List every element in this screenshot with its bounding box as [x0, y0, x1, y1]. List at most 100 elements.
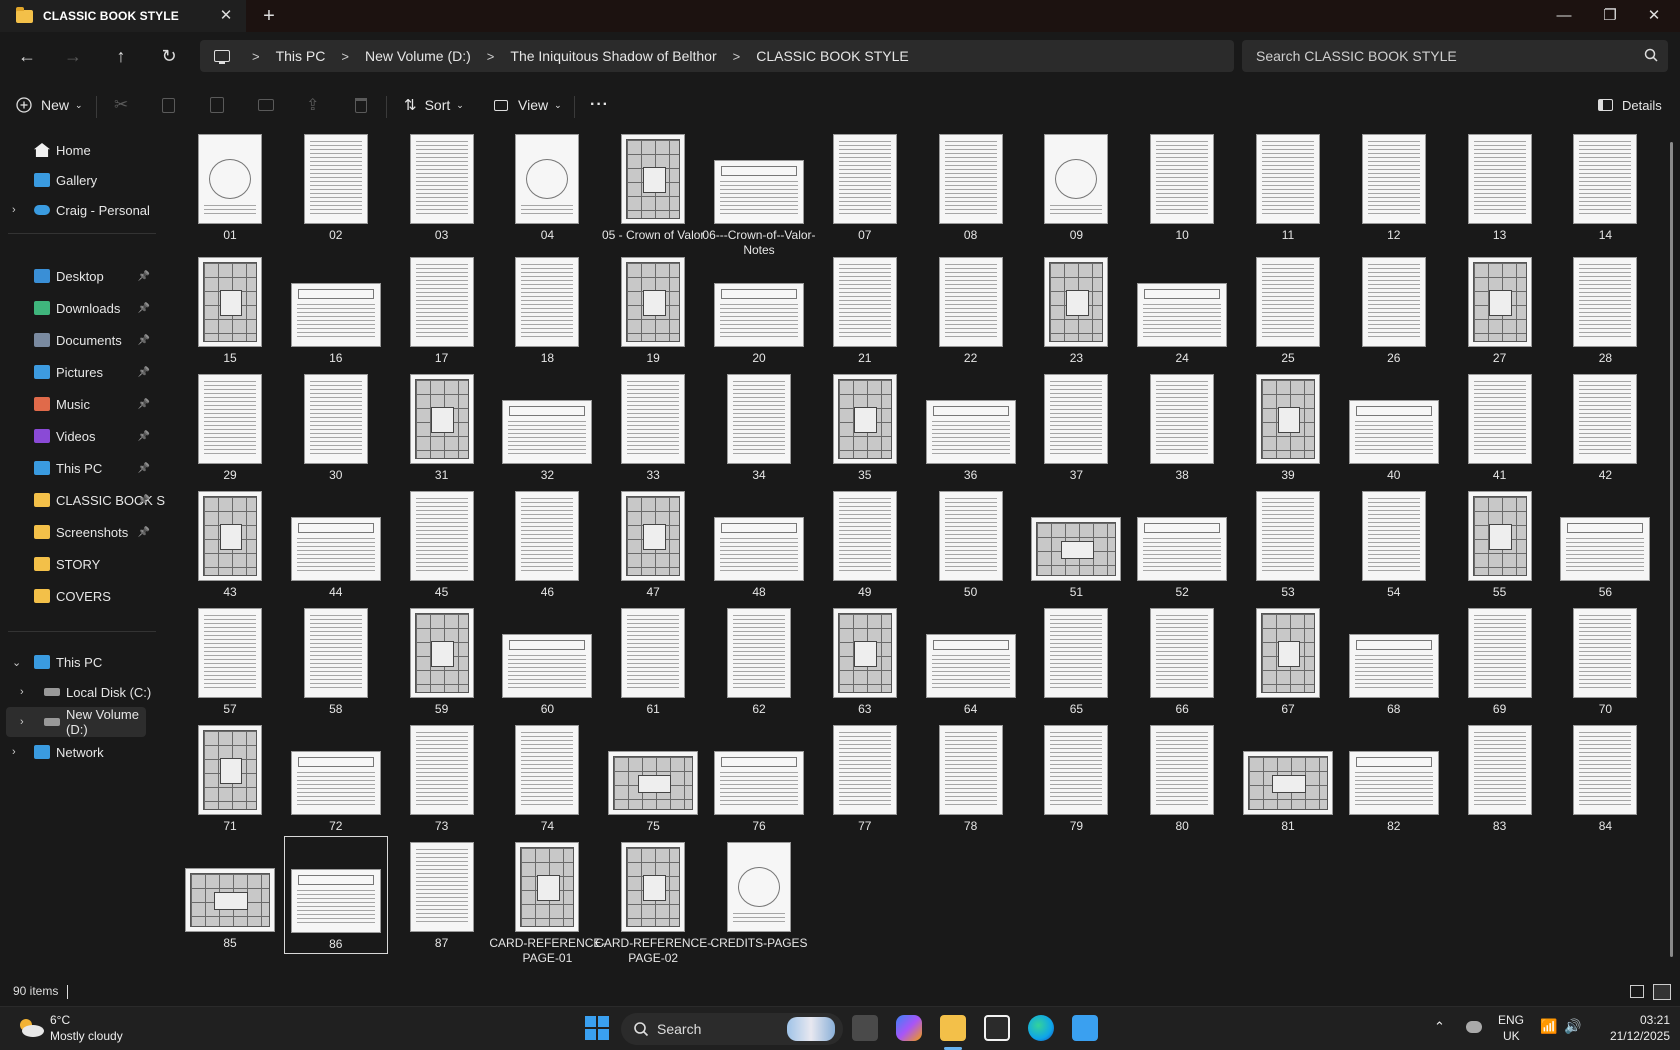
nav-this-pc[interactable]: This PC 📌: [0, 453, 158, 483]
file-item[interactable]: CARD-REFERENCE-PAGE-01: [489, 836, 605, 965]
file-item[interactable]: 57: [178, 602, 282, 720]
file-item[interactable]: 01: [178, 128, 282, 246]
file-item[interactable]: 56: [1553, 485, 1657, 603]
file-item[interactable]: 33: [601, 368, 705, 486]
photos-icon[interactable]: [1072, 1015, 1098, 1041]
tab-close-button[interactable]: ✕: [216, 6, 236, 26]
file-item[interactable]: 83: [1448, 719, 1552, 837]
nav-network[interactable]: › Network: [0, 737, 158, 767]
file-item[interactable]: 59: [390, 602, 494, 720]
address-bar[interactable]: > This PC > New Volume (D:) > The Iniqui…: [200, 40, 1234, 72]
file-item[interactable]: 37: [1024, 368, 1128, 486]
file-item[interactable]: 81: [1236, 719, 1340, 837]
file-item[interactable]: 24: [1130, 251, 1234, 369]
nav-home[interactable]: Home: [0, 135, 158, 165]
file-item[interactable]: 79: [1024, 719, 1128, 837]
file-item[interactable]: 68: [1342, 602, 1446, 720]
file-item[interactable]: 82: [1342, 719, 1446, 837]
file-item[interactable]: 87: [390, 836, 494, 954]
file-item[interactable]: 43: [178, 485, 282, 603]
file-item[interactable]: 10: [1130, 128, 1234, 246]
delete-icon[interactable]: [355, 88, 367, 122]
up-button[interactable]: ↑: [106, 42, 136, 70]
file-item[interactable]: 48: [707, 485, 811, 603]
copy-icon[interactable]: [162, 88, 175, 122]
start-icon[interactable]: [584, 1015, 610, 1041]
file-item[interactable]: 44: [284, 485, 388, 603]
breadcrumb-iniquitous-shadow[interactable]: The Iniquitous Shadow of Belthor: [510, 48, 716, 64]
large-icons-view-icon[interactable]: [1653, 984, 1671, 1000]
file-item[interactable]: 41: [1448, 368, 1552, 486]
file-item[interactable]: 02: [284, 128, 388, 246]
file-item[interactable]: 73: [390, 719, 494, 837]
file-item[interactable]: 21: [813, 251, 917, 369]
file-item[interactable]: 20: [707, 251, 811, 369]
file-item[interactable]: 30: [284, 368, 388, 486]
nav-classic-book-s[interactable]: CLASSIC BOOK S 📌: [0, 485, 165, 515]
file-item[interactable]: 31: [390, 368, 494, 486]
file-item[interactable]: CREDITS-PAGES: [707, 836, 811, 954]
new-button[interactable]: New ⌄: [16, 88, 83, 122]
clock-time[interactable]: 03:21: [1610, 1013, 1670, 1028]
clock-date[interactable]: 21/12/2025: [1600, 1029, 1670, 1044]
file-item[interactable]: 67: [1236, 602, 1340, 720]
volume-icon[interactable]: 🔊: [1564, 1019, 1581, 1034]
store-icon[interactable]: [984, 1015, 1010, 1041]
nav-music[interactable]: Music 📌: [0, 389, 158, 419]
file-item[interactable]: 46: [495, 485, 599, 603]
nav-onedrive-personal[interactable]: › Craig - Personal: [0, 195, 158, 225]
file-item[interactable]: 09: [1024, 128, 1128, 246]
file-item[interactable]: 15: [178, 251, 282, 369]
nav-new-volume-d[interactable]: › New Volume (D:): [6, 707, 146, 737]
breadcrumb-this-pc[interactable]: This PC: [276, 48, 326, 64]
file-item[interactable]: 12: [1342, 128, 1446, 246]
file-item[interactable]: 85: [178, 836, 282, 954]
nav-gallery[interactable]: Gallery: [0, 165, 158, 195]
file-item[interactable]: 63: [813, 602, 917, 720]
file-item[interactable]: 39: [1236, 368, 1340, 486]
file-item[interactable]: 16: [284, 251, 388, 369]
nav-covers[interactable]: COVERS: [0, 581, 158, 611]
wifi-icon[interactable]: 📶: [1540, 1019, 1557, 1034]
more-options-button[interactable]: ···: [590, 88, 609, 122]
file-item[interactable]: 05 - Crown of Valor: [601, 128, 705, 246]
file-item[interactable]: 40: [1342, 368, 1446, 486]
file-item[interactable]: 47: [601, 485, 705, 603]
task-view-icon[interactable]: [852, 1015, 878, 1041]
file-item[interactable]: 35: [813, 368, 917, 486]
file-item[interactable]: 84: [1553, 719, 1657, 837]
file-item[interactable]: 06---Crown-of--Valor-Notes: [702, 128, 816, 257]
file-item[interactable]: 34: [707, 368, 811, 486]
breadcrumb-classic-book-style[interactable]: CLASSIC BOOK STYLE: [756, 48, 909, 64]
file-item[interactable]: 29: [178, 368, 282, 486]
tab-classic-book-style[interactable]: CLASSIC BOOK STYLE ✕: [0, 0, 246, 32]
share-icon[interactable]: ⇪: [306, 88, 319, 122]
file-item[interactable]: 11: [1236, 128, 1340, 246]
file-item[interactable]: 76: [707, 719, 811, 837]
file-item[interactable]: 04: [495, 128, 599, 246]
paste-icon[interactable]: [210, 88, 224, 122]
language-code[interactable]: ENG: [1498, 1013, 1524, 1028]
sort-button[interactable]: ⇅ Sort ⌄: [404, 88, 464, 122]
breadcrumb-new-volume[interactable]: New Volume (D:): [365, 48, 471, 64]
file-item[interactable]: 86: [283, 836, 388, 954]
details-button[interactable]: Details: [1598, 88, 1662, 122]
vertical-scrollbar[interactable]: [1670, 142, 1673, 957]
refresh-button[interactable]: ↻: [154, 42, 184, 70]
file-item[interactable]: 74: [495, 719, 599, 837]
file-item[interactable]: 60: [495, 602, 599, 720]
view-button[interactable]: View ⌄: [494, 88, 562, 122]
new-tab-button[interactable]: +: [258, 5, 280, 27]
file-item[interactable]: 51: [1024, 485, 1128, 603]
file-item[interactable]: 71: [178, 719, 282, 837]
file-item[interactable]: 19: [601, 251, 705, 369]
file-item[interactable]: 61: [601, 602, 705, 720]
file-item[interactable]: 08: [919, 128, 1023, 246]
file-item[interactable]: 54: [1342, 485, 1446, 603]
show-hidden-icons-chevron[interactable]: ⌃: [1434, 1019, 1445, 1034]
file-item[interactable]: 26: [1342, 251, 1446, 369]
file-item[interactable]: 65: [1024, 602, 1128, 720]
copilot-icon[interactable]: [896, 1015, 922, 1041]
file-item[interactable]: 77: [813, 719, 917, 837]
file-item[interactable]: 13: [1448, 128, 1552, 246]
